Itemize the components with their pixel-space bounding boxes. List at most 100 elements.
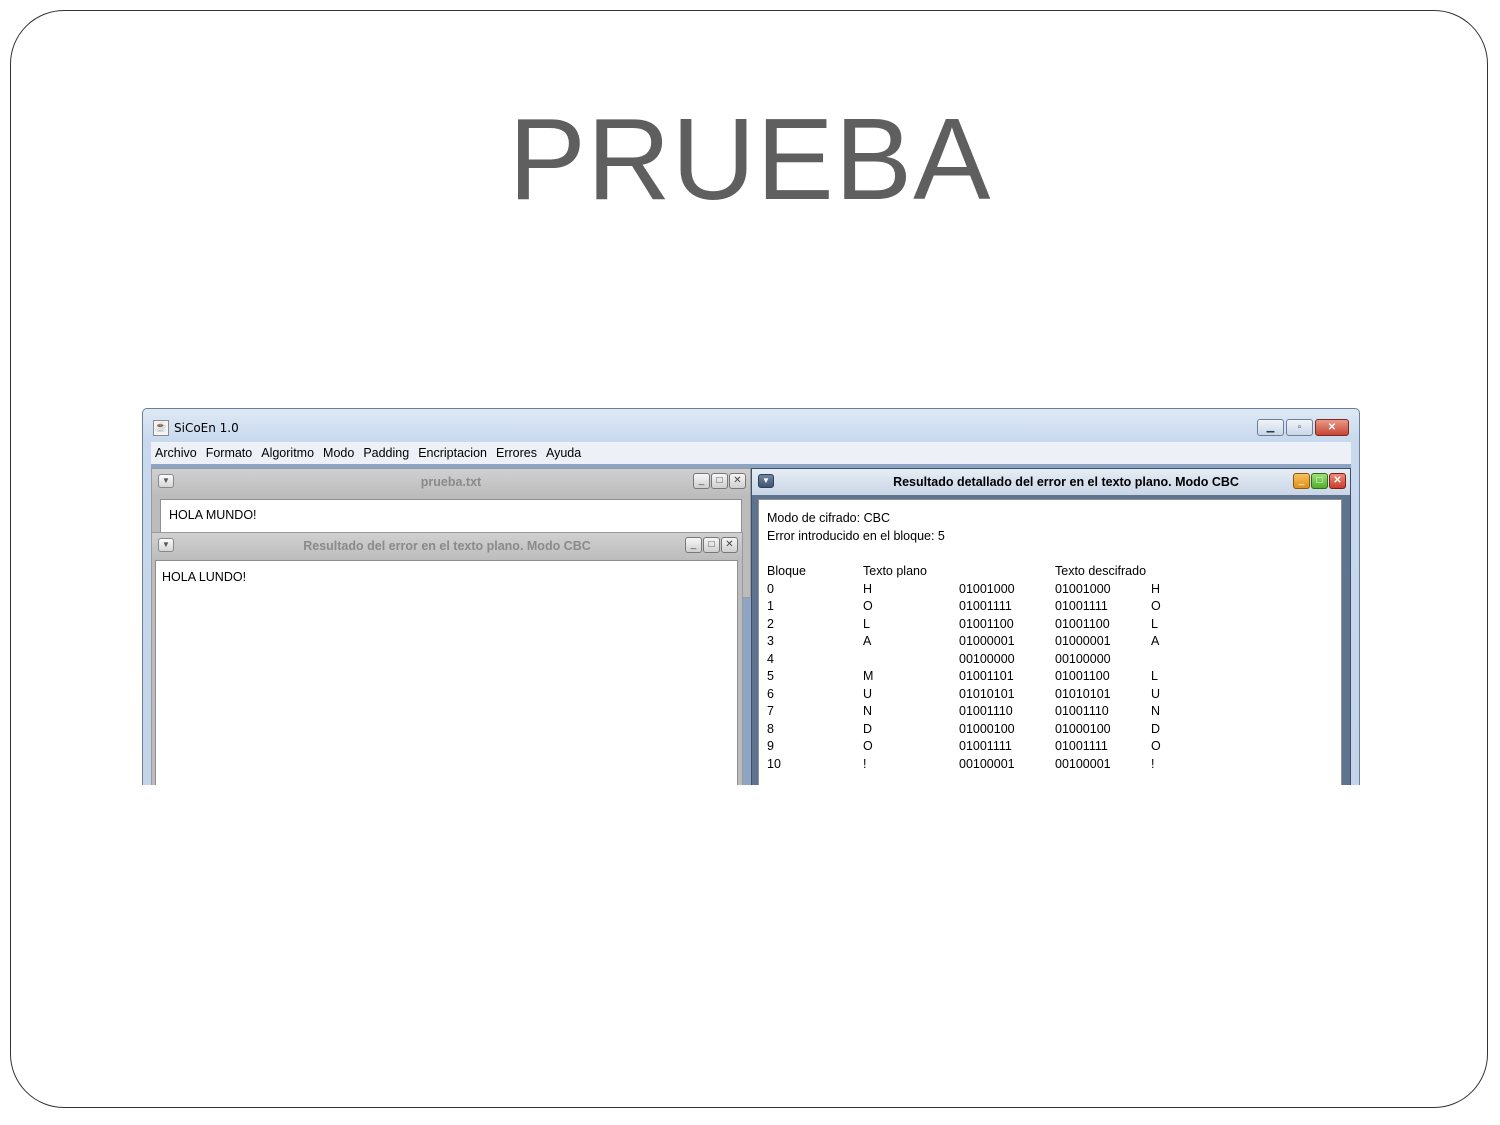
detail-window-title: Resultado detallado del error en el text…	[893, 475, 1239, 489]
menu-algoritmo[interactable]: Algoritmo	[257, 446, 319, 460]
menu-padding[interactable]: Padding	[359, 446, 414, 460]
header-texto-descifrado: Texto descifrado	[1055, 564, 1147, 578]
table-cell: 3	[767, 634, 774, 648]
result-window-title: Resultado del error en el texto plano. M…	[303, 539, 591, 553]
slide-title: PRUEBA	[508, 94, 992, 224]
table-cell	[863, 651, 959, 669]
menu-modo[interactable]: Modo	[319, 446, 359, 460]
table-row: 0 H 01001000 01001000 H	[767, 581, 1191, 599]
app-window: ☕ SiCoEn 1.0 ▁ ▫ ✕ Archivo Formato Algor…	[142, 408, 1360, 785]
detail-window-controls: _ □ ✕	[1292, 473, 1346, 489]
table-cell: A	[863, 634, 872, 648]
table-cell: N	[863, 704, 873, 718]
table-cell: N	[1151, 704, 1161, 718]
table-cell: L	[1151, 616, 1158, 631]
table-row: 5 M 01001101 01001100 L	[767, 668, 1191, 686]
menu-encriptacion[interactable]: Encriptacion	[414, 446, 492, 460]
result-window-titlebar[interactable]: ▼ Resultado del error en el texto plano.…	[152, 533, 742, 559]
table-cell: 01001100	[1055, 669, 1110, 683]
table-cell: 01001111	[1055, 739, 1108, 753]
table-cell: 01001111	[959, 739, 1012, 753]
table-cell: 00100001	[1055, 756, 1111, 771]
minimize-icon[interactable]: _	[693, 473, 710, 489]
table-cell: !	[1151, 756, 1155, 771]
table-cell: 01010101	[959, 686, 1015, 701]
table-cell: 9	[767, 739, 774, 753]
table-row: 6 U 01010101 01010101 U	[767, 686, 1191, 704]
table-cell: 5	[767, 669, 774, 683]
table-cell: 01000100	[959, 721, 1015, 736]
mode-line: Modo de cifrado: CBC	[767, 511, 890, 525]
app-screenshot: ☕ SiCoEn 1.0 ▁ ▫ ✕ Archivo Formato Algor…	[142, 408, 1360, 785]
header-texto-plano: Texto plano	[863, 564, 927, 578]
header-blank-2	[1151, 563, 1191, 581]
table-cell: U	[863, 686, 873, 701]
detail-window: ▼ Resultado detallado del error en el te…	[751, 468, 1351, 785]
table-cell: 01001101	[959, 669, 1014, 683]
menu-ayuda[interactable]: Ayuda	[542, 446, 586, 460]
table-cell: O	[1151, 739, 1161, 753]
maximize-icon[interactable]: □	[711, 473, 728, 489]
close-icon[interactable]: ✕	[721, 537, 738, 553]
table-cell: 00100000	[959, 651, 1015, 666]
table-cell: 00100001	[959, 756, 1015, 771]
table-cell: D	[863, 721, 873, 736]
result-window-controls: _ □ ✕	[684, 537, 738, 553]
table-cell: 01001000	[1055, 581, 1111, 596]
table-cell: 01001100	[959, 616, 1014, 631]
detail-window-titlebar[interactable]: ▼ Resultado detallado del error en el te…	[752, 469, 1350, 495]
maximize-icon[interactable]: □	[703, 537, 720, 553]
table-cell: 01010101	[1055, 686, 1111, 701]
table-cell: L	[1151, 669, 1158, 683]
minimize-icon[interactable]: _	[1293, 473, 1310, 489]
minimize-button[interactable]: ▁	[1257, 419, 1284, 436]
table-cell: 8	[767, 721, 774, 736]
table-row: 7 N 01001110 01001110 N	[767, 703, 1191, 721]
maximize-icon[interactable]: □	[1311, 473, 1328, 489]
file-window-titlebar[interactable]: ▼ prueba.txt _ □ ✕	[152, 469, 750, 495]
minimize-icon[interactable]: _	[685, 537, 702, 553]
table-cell: 7	[767, 704, 774, 718]
table-row: 2 L 01001100 01001100 L	[767, 616, 1191, 634]
menu-formato[interactable]: Formato	[202, 446, 258, 460]
detail-text-area[interactable]: Modo de cifrado: CBC Error introducido e…	[758, 499, 1342, 785]
file-window-controls: _ □ ✕	[692, 473, 746, 489]
block-table: Bloque Texto plano Texto descifrado 0 H 01…	[767, 563, 1191, 773]
table-cell: O	[863, 599, 873, 613]
table-cell: A	[1151, 634, 1160, 648]
table-cell: 0	[767, 581, 774, 596]
table-row: 8 D 01000100 01000100 D	[767, 721, 1191, 739]
header-blank	[959, 563, 1055, 581]
table-cell: O	[1151, 599, 1161, 613]
result-text-area[interactable]: HOLA LUNDO!	[155, 560, 738, 785]
menubar: Archivo Formato Algoritmo Modo Padding E…	[151, 442, 1351, 464]
window-menu-icon[interactable]: ▼	[758, 474, 774, 488]
table-cell: 01001110	[1055, 704, 1109, 718]
table-cell: 10	[767, 756, 781, 771]
error-line: Error introducido en el bloque: 5	[767, 528, 945, 543]
table-cell: 01001111	[959, 599, 1012, 613]
table-cell: 01000100	[1055, 721, 1111, 736]
close-icon[interactable]: ✕	[1329, 473, 1346, 489]
table-cell: 6	[767, 686, 774, 701]
table-cell: 01001000	[959, 581, 1015, 596]
desktop-pane: ▼ prueba.txt _ □ ✕ HOLA MUNDO! ▼ Resulta…	[151, 464, 1351, 785]
table-row: 3 A 01000001 01000001 A	[767, 633, 1191, 651]
table-cell: 1	[767, 599, 774, 613]
header-bloque: Bloque	[767, 564, 806, 578]
table-cell	[1151, 651, 1191, 669]
menu-errores[interactable]: Errores	[492, 446, 542, 460]
table-cell: !	[863, 756, 867, 771]
table-cell: 2	[767, 616, 774, 631]
close-icon[interactable]: ✕	[729, 473, 746, 489]
table-cell: U	[1151, 686, 1161, 701]
file-window-title: prueba.txt	[420, 475, 482, 489]
maximize-button[interactable]: ▫	[1286, 419, 1313, 436]
table-cell: 4	[767, 651, 774, 666]
table-cell: L	[863, 616, 870, 631]
window-controls: ▁ ▫ ✕	[1255, 419, 1349, 437]
close-button[interactable]: ✕	[1315, 419, 1349, 436]
menu-archivo[interactable]: Archivo	[151, 446, 202, 460]
table-cell: 01000001	[959, 634, 1015, 648]
table-row: 10! 00100001 00100001!	[767, 756, 1191, 774]
